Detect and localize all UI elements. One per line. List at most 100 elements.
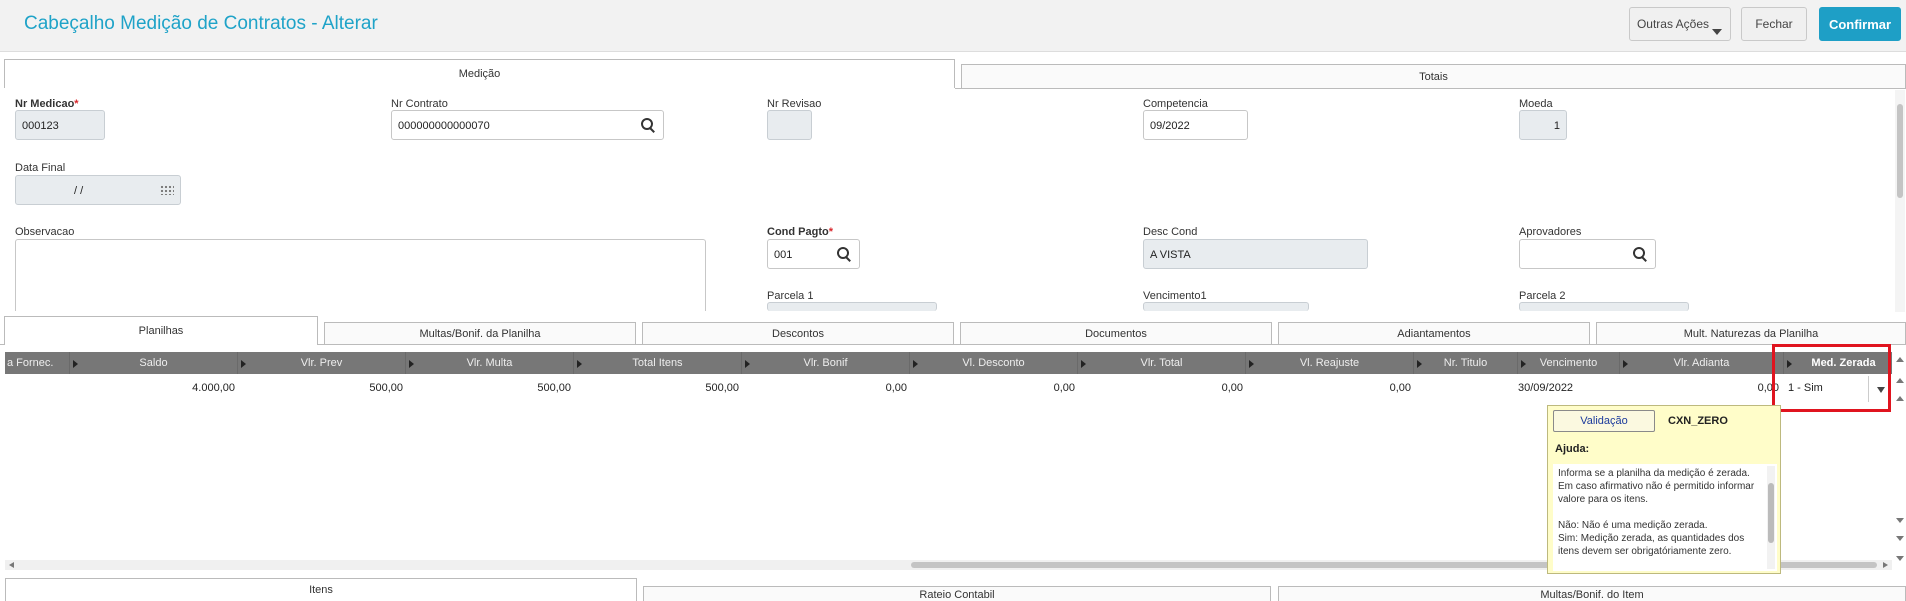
scroll-right-icon[interactable] <box>1883 562 1888 568</box>
desc-cond-field[interactable]: A VISTA <box>1143 239 1368 269</box>
parcela1-label: Parcela 1 <box>767 290 814 302</box>
col-saldo[interactable]: Saldo <box>70 352 238 374</box>
scroll-left-icon[interactable] <box>9 562 14 568</box>
observacao-textarea[interactable] <box>15 239 706 311</box>
help-text-p2: Não: Não é uma medição zerada. <box>1558 520 1708 531</box>
vencimento1-label: Vencimento1 <box>1143 290 1207 302</box>
tab-totais[interactable]: Totais <box>961 64 1906 88</box>
cell-vlr-total: 0,00 <box>1221 382 1243 394</box>
parcela2-label: Parcela 2 <box>1519 290 1566 302</box>
cell-saldo: 4.000,00 <box>192 382 235 394</box>
tab-medicao[interactable]: Medição <box>4 59 955 88</box>
col-vlr-adianta[interactable]: Vlr. Adianta <box>1620 352 1784 374</box>
tab-descontos[interactable]: Descontos <box>642 322 954 344</box>
nr-medicao-label: Nr Medicao* <box>15 98 79 110</box>
cell-total-itens: 500,00 <box>705 382 739 394</box>
nr-contrato-field[interactable]: 000000000000070 <box>391 110 664 140</box>
chevron-down-icon <box>1712 29 1722 35</box>
col-vl-reajuste[interactable]: Vl. Reajuste <box>1246 352 1414 374</box>
tab-itens[interactable]: Itens <box>5 578 637 601</box>
form-scrollbar-thumb[interactable] <box>1897 104 1903 198</box>
cond-pagto-value: 001 <box>774 249 793 261</box>
scroll-down-icon[interactable] <box>1896 518 1904 523</box>
tab-naturezas[interactable]: Mult. Naturezas da Planilha <box>1596 322 1906 344</box>
data-final-value: / / <box>74 185 84 197</box>
help-scrollbar[interactable] <box>1767 466 1775 569</box>
arrow-right-icon <box>745 360 750 368</box>
aprovadores-field[interactable] <box>1519 239 1656 269</box>
col-nr-titulo[interactable]: Nr. Titulo <box>1414 352 1518 374</box>
outras-acoes-button[interactable]: Outras Ações <box>1629 7 1731 41</box>
field-code: CXN_ZERO <box>1668 415 1728 427</box>
col-total-itens[interactable]: Total Itens <box>574 352 742 374</box>
moeda-field[interactable]: 1 <box>1519 110 1567 140</box>
cell-vl-desconto: 0,00 <box>1053 382 1075 394</box>
help-text-p1: Informa se a planilha da medição é zerad… <box>1558 468 1755 505</box>
scroll-up-icon[interactable] <box>1896 378 1904 383</box>
tab-adiantamentos[interactable]: Adiantamentos <box>1278 322 1590 344</box>
arrow-right-icon <box>1081 360 1086 368</box>
nr-contrato-value: 000000000000070 <box>398 120 490 132</box>
search-icon[interactable] <box>1633 247 1647 261</box>
col-vlr-total[interactable]: Vlr. Total <box>1078 352 1246 374</box>
arrow-right-icon <box>1417 360 1422 368</box>
data-final-label: Data Final <box>15 162 66 174</box>
cell-vlr-bonif: 0,00 <box>885 382 907 394</box>
arrow-right-icon <box>577 360 582 368</box>
col-vencimento[interactable]: Vencimento <box>1518 352 1620 374</box>
col-vlr-bonif[interactable]: Vlr. Bonif <box>742 352 910 374</box>
search-icon[interactable] <box>641 118 655 132</box>
cell-vlr-prev: 500,00 <box>369 382 403 394</box>
form-scrollbar[interactable] <box>1895 90 1905 312</box>
arrow-right-icon <box>241 360 246 368</box>
tab-rateio[interactable]: Rateio Contabil <box>643 586 1271 601</box>
calendar-icon[interactable] <box>160 185 174 195</box>
arrow-right-icon <box>1623 360 1628 368</box>
grid-header: a Fornec. Saldo Vlr. Prev Vlr. Multa Tot… <box>5 352 1892 374</box>
scroll-down-icon[interactable] <box>1896 536 1904 541</box>
cell-vl-reajuste: 0,00 <box>1389 382 1411 394</box>
help-text: Informa se a planilha da medição é zerad… <box>1553 464 1777 571</box>
competencia-label: Competencia <box>1143 98 1208 110</box>
tab-planilhas[interactable]: Planilhas <box>4 316 318 345</box>
col-vlr-multa[interactable]: Vlr. Multa <box>406 352 574 374</box>
tab-multas-planilha[interactable]: Multas/Bonif. da Planilha <box>324 322 636 344</box>
help-popup: Validação CXN_ZERO Ajuda: Informa se a p… <box>1547 405 1781 574</box>
cond-pagto-field[interactable]: 001 <box>767 239 860 269</box>
arrow-right-icon <box>73 360 78 368</box>
tab-divider <box>955 88 1906 89</box>
desc-cond-label: Desc Cond <box>1143 226 1198 238</box>
help-text-p3: Sim: Medição zerada, as quantidades dos … <box>1558 533 1745 557</box>
cond-pagto-label: Cond Pagto* <box>767 226 833 238</box>
page-title: Cabeçalho Medição de Contratos - Alterar <box>24 13 378 34</box>
parcela2-field[interactable] <box>1519 302 1689 311</box>
nr-contrato-label: Nr Contrato <box>391 98 448 110</box>
nr-medicao-field[interactable]: 000123 <box>15 110 105 140</box>
data-final-field[interactable]: / / <box>15 175 181 205</box>
search-icon[interactable] <box>837 247 851 261</box>
vencimento1-field[interactable] <box>1143 302 1309 311</box>
validacao-button[interactable]: Validação <box>1553 410 1655 432</box>
nr-revisao-label: Nr Revisao <box>767 98 822 110</box>
col-vlr-prev[interactable]: Vlr. Prev <box>238 352 406 374</box>
nr-revisao-field[interactable] <box>767 110 812 140</box>
tab-multas-item[interactable]: Multas/Bonif. do Item <box>1278 586 1906 601</box>
help-scrollbar-thumb[interactable] <box>1768 483 1774 543</box>
parcela1-field[interactable] <box>767 302 937 311</box>
col-fornec[interactable]: a Fornec. <box>5 352 70 374</box>
arrow-right-icon <box>1249 360 1254 368</box>
competencia-field[interactable]: 09/2022 <box>1143 110 1248 140</box>
col-vl-desconto[interactable]: Vl. Desconto <box>910 352 1078 374</box>
scroll-up-icon[interactable] <box>1896 396 1904 401</box>
confirmar-button[interactable]: Confirmar <box>1819 7 1901 41</box>
moeda-label: Moeda <box>1519 98 1553 110</box>
scroll-up-icon[interactable] <box>1896 357 1904 362</box>
arrow-right-icon <box>913 360 918 368</box>
cell-vencimento: 30/09/2022 <box>1518 382 1574 394</box>
ajuda-heading: Ajuda: <box>1555 443 1590 455</box>
aprovadores-label: Aprovadores <box>1519 226 1582 238</box>
fechar-button[interactable]: Fechar <box>1741 7 1807 41</box>
tab-documentos[interactable]: Documentos <box>960 322 1272 344</box>
scroll-down-icon[interactable] <box>1896 556 1904 561</box>
highlight-box <box>1772 344 1891 412</box>
